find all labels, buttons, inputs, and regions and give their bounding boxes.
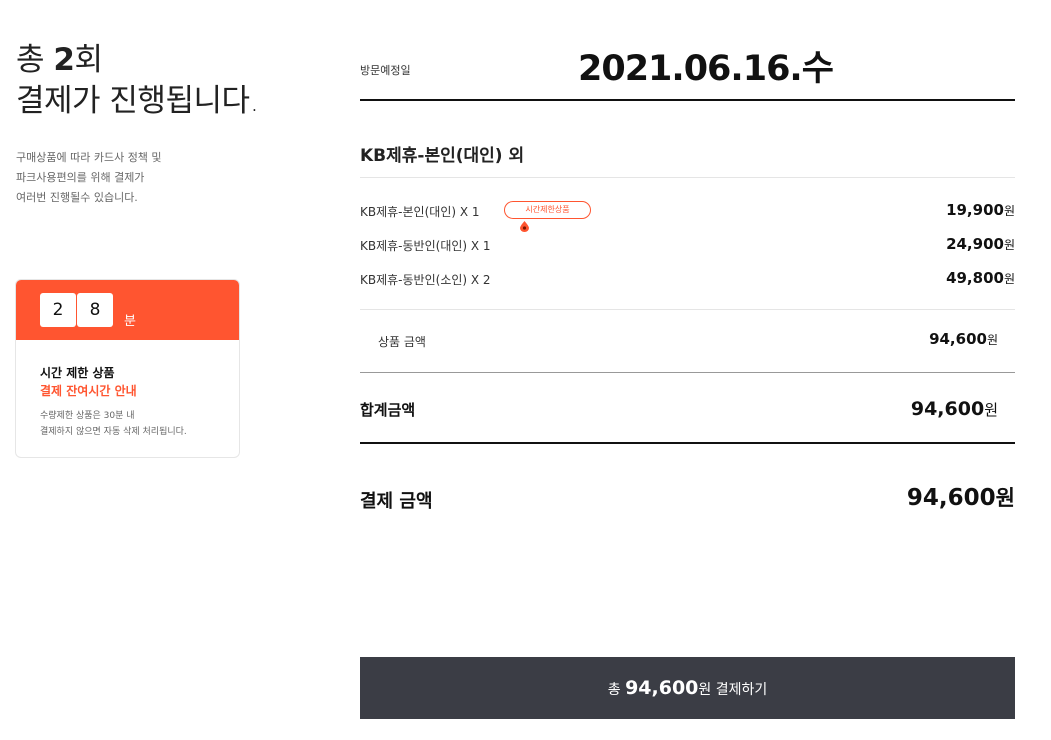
visit-date-label: 방문예정일 bbox=[360, 64, 411, 77]
payment-notice: 구매상품에 따라 카드사 정책 및 파크사용편의를 위해 결제가 여러번 진행될… bbox=[16, 148, 316, 208]
visit-date-row: 방문예정일 2021.06.16.수 bbox=[360, 0, 1015, 101]
payment-amount: 94,600원 bbox=[907, 482, 1015, 512]
visit-date: 2021.06.16.수 bbox=[578, 49, 834, 89]
pay-button-unit: 원 bbox=[698, 682, 712, 698]
time-limit-card: 2 8 분 시간 제한 상품 결제 잔여시간 안내 수량제한 상품은 30분 내… bbox=[15, 279, 240, 458]
payment-amount-label: 결제 금액 bbox=[360, 491, 433, 512]
price-unit: 원 bbox=[1003, 204, 1015, 218]
time-limit-title: 시간 제한 상품 bbox=[40, 366, 115, 380]
price-unit: 원 bbox=[984, 401, 998, 419]
item-name: KB제휴-본인(대인) X 1 bbox=[360, 205, 480, 219]
price-value: 94,600 bbox=[929, 330, 987, 348]
time-limit-badge: 시간제한상품 bbox=[504, 201, 591, 219]
pay-button-prefix: 총 bbox=[607, 682, 621, 698]
timer-digit-tens: 2 bbox=[40, 293, 76, 327]
item-price: 24,900원 bbox=[946, 235, 1015, 253]
payment-count-headline: 총 2회 결제가 진행됩니다. bbox=[16, 40, 316, 122]
price-value: 49,800 bbox=[946, 269, 1004, 287]
total-label: 합계금액 bbox=[360, 401, 416, 419]
time-limit-description: 수량제한 상품은 30분 내 결제하지 않으면 자동 삭제 처리됩니다. bbox=[40, 408, 215, 440]
item-name: KB제휴-동반인(대인) X 1 bbox=[360, 239, 491, 253]
price-value: 19,900 bbox=[946, 201, 1004, 219]
price-unit: 원 bbox=[1003, 238, 1015, 252]
product-title: KB제휴-본인(대인) 외 bbox=[360, 101, 1015, 178]
total-price: 94,600원 bbox=[911, 398, 998, 420]
list-item: KB제휴-동반인(소인) X 2 49,800원 bbox=[360, 267, 1015, 301]
item-name: KB제휴-동반인(소인) X 2 bbox=[360, 273, 491, 287]
desc-line: 수량제한 상품은 30분 내 bbox=[40, 411, 135, 421]
headline-prefix: 총 bbox=[16, 42, 45, 78]
payment-summary: 총 2회 결제가 진행됩니다. 구매상품에 따라 카드사 정책 및 파크사용편의… bbox=[16, 40, 316, 208]
subtotal-price: 94,600원 bbox=[929, 330, 998, 348]
desc-line: 결제하지 않으면 자동 삭제 처리됩니다. bbox=[40, 427, 187, 437]
subtotal-label: 상품 금액 bbox=[378, 335, 426, 349]
price-unit: 원 bbox=[986, 333, 998, 347]
item-price: 49,800원 bbox=[946, 269, 1015, 287]
notice-line: 여러번 진행될수 있습니다. bbox=[16, 191, 138, 204]
time-limit-subtitle: 결제 잔여시간 안내 bbox=[40, 384, 137, 398]
price-value: 94,600 bbox=[910, 398, 985, 420]
notice-line: 파크사용편의를 위해 결제가 bbox=[16, 171, 145, 184]
list-item: KB제휴-동반인(대인) X 1 24,900원 bbox=[360, 233, 1015, 267]
list-item: KB제휴-본인(대인) X 1 시간제한상품 19,900원 bbox=[360, 199, 1015, 233]
timer-header: 2 8 분 bbox=[16, 280, 239, 340]
item-list: KB제휴-본인(대인) X 1 시간제한상품 19,900원 KB제휴-동반인(… bbox=[360, 178, 1015, 310]
headline-line1: 총 2회 bbox=[16, 40, 316, 81]
pay-button-label: 결제하기 bbox=[715, 682, 768, 698]
payment-count: 2 bbox=[53, 42, 75, 78]
count-suffix: 회 bbox=[74, 42, 103, 78]
notice-line: 구매상품에 따라 카드사 정책 및 bbox=[16, 151, 162, 164]
pay-button[interactable]: 총 94,600원 결제하기 bbox=[360, 657, 1015, 719]
total-row: 합계금액 94,600원 bbox=[360, 373, 1015, 444]
price-unit: 원 bbox=[995, 486, 1015, 510]
item-price: 19,900원 bbox=[946, 201, 1015, 219]
subtotal-row: 상품 금액 94,600원 bbox=[360, 310, 1015, 373]
timer-unit: 분 bbox=[124, 314, 136, 329]
payment-amount-row: 결제 금액 94,600원 bbox=[360, 444, 1015, 544]
pay-button-amount: 94,600 bbox=[625, 677, 699, 699]
timer-drop-icon bbox=[520, 221, 529, 232]
timer-body: 시간 제한 상품 결제 잔여시간 안내 수량제한 상품은 30분 내 결제하지 … bbox=[16, 340, 239, 440]
timer-digit-ones: 8 bbox=[77, 293, 113, 327]
price-unit: 원 bbox=[1003, 272, 1015, 286]
price-value: 24,900 bbox=[946, 235, 1004, 253]
price-value: 94,600 bbox=[906, 485, 996, 511]
order-detail: 방문예정일 2021.06.16.수 KB제휴-본인(대인) 외 KB제휴-본인… bbox=[360, 0, 1015, 544]
headline-line2: 결제가 진행됩니다. bbox=[16, 83, 259, 119]
